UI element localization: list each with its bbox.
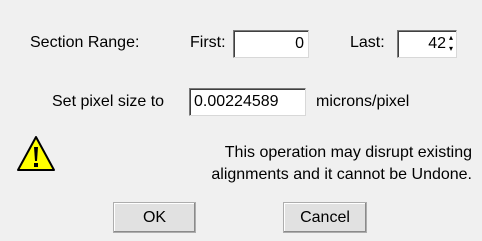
dialog: Section Range: First: 0 Last: 42 ▴ ▾ Set … bbox=[0, 0, 482, 241]
pixel-size-label: Set pixel size to bbox=[52, 93, 165, 110]
warning-line-2: alignments and it cannot be Undone. bbox=[211, 166, 472, 183]
last-label: Last: bbox=[350, 34, 385, 51]
last-section-value: 42 bbox=[428, 35, 446, 52]
spin-arrows-icon[interactable]: ▴ ▾ bbox=[447, 32, 455, 56]
cancel-button[interactable]: Cancel bbox=[283, 202, 367, 233]
section-range-label: Section Range: bbox=[30, 34, 140, 51]
pixel-size-value: 0.00224589 bbox=[194, 93, 279, 110]
ok-button[interactable]: OK bbox=[113, 202, 196, 233]
first-label: First: bbox=[190, 34, 226, 51]
last-section-input[interactable]: 42 ▴ ▾ bbox=[397, 30, 457, 58]
pixel-size-units: microns/pixel bbox=[316, 93, 410, 110]
first-section-input[interactable]: 0 bbox=[233, 30, 309, 58]
pixel-size-input[interactable]: 0.00224589 bbox=[189, 88, 306, 116]
warning-line-1: This operation may disrupt existing bbox=[224, 144, 472, 161]
first-section-value: 0 bbox=[295, 35, 304, 52]
warning-message: This operation may disrupt existing alig… bbox=[120, 142, 472, 186]
warning-icon bbox=[16, 134, 56, 174]
